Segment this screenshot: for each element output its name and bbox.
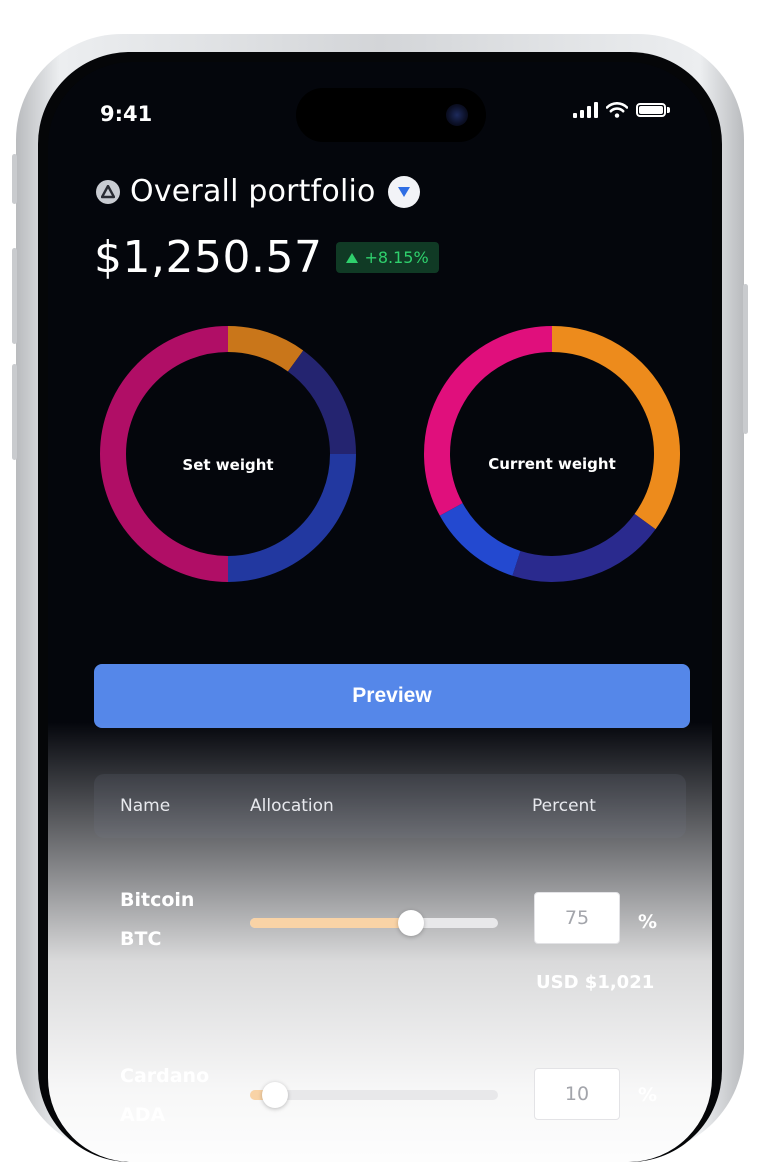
power-button (743, 284, 748, 434)
ring-segment (287, 350, 356, 455)
change-badge: +8.15% (336, 242, 439, 273)
up-arrow-icon (346, 252, 359, 263)
ring-segment (227, 326, 304, 372)
percent-input[interactable] (534, 892, 620, 944)
balance-row: $1,250.57 +8.15% (94, 232, 439, 283)
signal-icon (573, 102, 598, 118)
allocation-table-header: Name Allocation Percent (94, 774, 686, 838)
percent-sign: % (638, 1084, 658, 1106)
wifi-icon (606, 102, 628, 118)
asset-symbol: BTC (120, 928, 162, 950)
portfolio-title: Overall portfolio (130, 174, 376, 209)
volume-up-button (12, 248, 17, 344)
usd-value: USD $1,021 (536, 972, 655, 993)
slider-thumb[interactable] (398, 910, 425, 936)
phone-bezel: 9:41 Overall portfolio $1,250.57 +8.15% … (38, 52, 722, 1162)
current-weight-label: Current weight (488, 455, 616, 473)
status-icons (573, 102, 670, 118)
dynamic-island (296, 88, 486, 142)
weight-charts (100, 326, 680, 582)
ring-segment (551, 326, 680, 530)
slider-thumb[interactable] (261, 1082, 288, 1108)
allocation-slider[interactable] (250, 1082, 498, 1108)
portfolio-balance: $1,250.57 (94, 232, 323, 283)
column-header-allocation: Allocation (250, 796, 334, 816)
action-button (12, 154, 17, 204)
slider-fill (250, 918, 412, 928)
column-header-percent: Percent (532, 796, 596, 816)
column-header-name: Name (120, 796, 171, 816)
battery-icon (636, 103, 666, 117)
current-weight-chart (424, 326, 680, 582)
change-value: +8.15% (364, 248, 429, 267)
allocation-slider[interactable] (250, 910, 498, 936)
ring-segment (424, 326, 553, 516)
ring-segment (100, 326, 229, 582)
volume-down-button (12, 364, 17, 460)
set-weight-chart (100, 326, 356, 582)
ring-segment (439, 502, 521, 576)
portfolio-logo-icon (96, 179, 120, 204)
camera-icon (446, 104, 468, 126)
status-time: 9:41 (100, 102, 153, 126)
percent-sign: % (638, 911, 658, 933)
chevron-down-icon[interactable] (387, 175, 420, 208)
asset-symbol: ADA (120, 1104, 166, 1126)
asset-name: Cardano (120, 1065, 210, 1087)
app-screen: 9:41 Overall portfolio $1,250.57 +8.15% … (48, 62, 712, 1162)
asset-name: Bitcoin (120, 889, 195, 911)
set-weight-label: Set weight (182, 456, 274, 474)
phone-frame: 9:41 Overall portfolio $1,250.57 +8.15% … (12, 34, 748, 1162)
portfolio-selector[interactable]: Overall portfolio (96, 174, 420, 209)
percent-input[interactable] (534, 1068, 620, 1120)
ring-segment (512, 513, 656, 582)
preview-button[interactable]: Preview (94, 664, 690, 728)
